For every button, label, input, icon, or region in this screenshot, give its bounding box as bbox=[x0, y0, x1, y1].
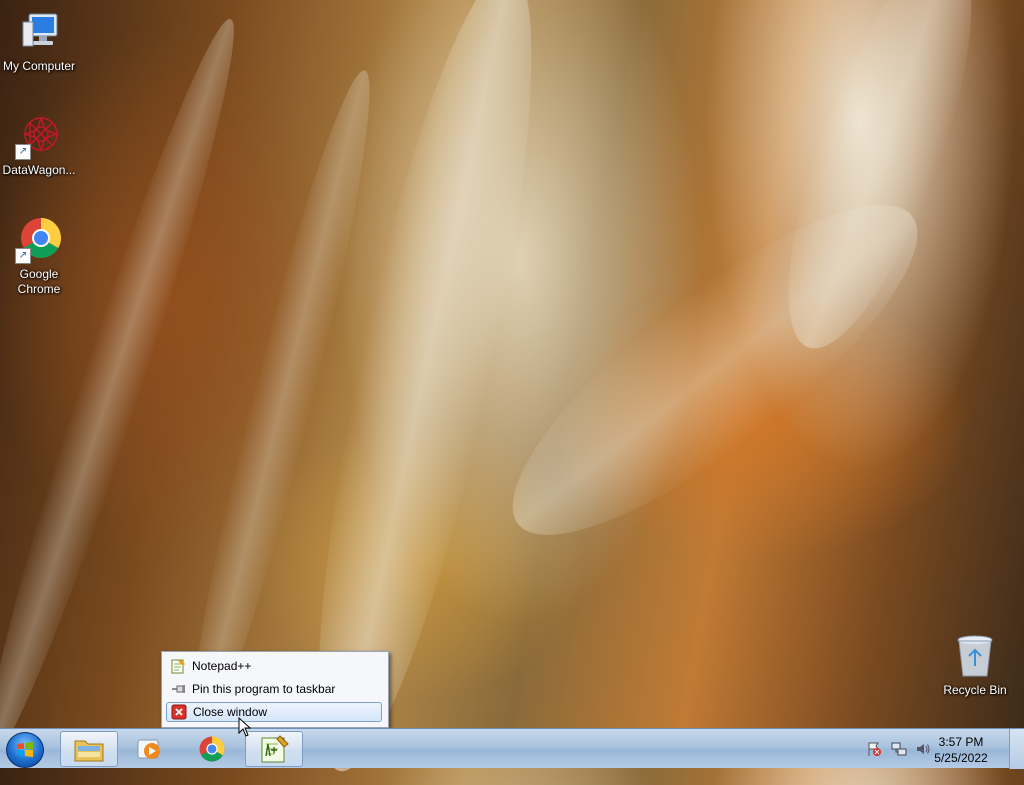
jumplist-item-notepadpp[interactable]: Notepad++ bbox=[166, 656, 382, 676]
clock-date: 5/25/2022 bbox=[934, 751, 988, 765]
desktop-icon-label: DataWagon... bbox=[2, 163, 76, 177]
taskbar-button-media-player[interactable] bbox=[121, 731, 179, 767]
jumplist-item-label: Close window bbox=[193, 705, 268, 719]
jumplist-item-close-window[interactable]: Close window bbox=[166, 702, 382, 722]
jumplist-item-label: Pin this program to taskbar bbox=[192, 682, 336, 696]
jumplist-item-pin[interactable]: Pin this program to taskbar bbox=[166, 679, 382, 699]
system-clock[interactable]: 3:57 PM 5/25/2022 bbox=[926, 734, 996, 766]
show-desktop-button[interactable] bbox=[1009, 729, 1024, 769]
start-button[interactable] bbox=[6, 732, 44, 768]
notepadpp-icon bbox=[170, 658, 186, 674]
jumplist-item-label: Notepad++ bbox=[192, 659, 252, 673]
close-icon bbox=[171, 704, 187, 720]
desktop: { "desktop": { "icons": [ {"label": "My … bbox=[0, 0, 1024, 785]
desktop-icon-label: Google Chrome bbox=[17, 267, 61, 296]
mouse-cursor-icon bbox=[238, 717, 252, 737]
taskbar-button-chrome[interactable] bbox=[183, 731, 241, 767]
datawagon-icon: ↗ bbox=[15, 112, 63, 160]
windows-logo-icon bbox=[17, 742, 33, 757]
desktop-icon-recycle-bin[interactable]: Recycle Bin bbox=[936, 632, 1014, 698]
desktop-icon-my-computer[interactable]: My Computer bbox=[0, 8, 78, 74]
taskbar-button-explorer[interactable] bbox=[60, 731, 118, 767]
action-center-flag-icon[interactable] bbox=[866, 741, 882, 757]
recycle-bin-icon bbox=[951, 632, 999, 680]
shortcut-arrow-icon: ↗ bbox=[15, 248, 31, 264]
shortcut-arrow-icon: ↗ bbox=[15, 144, 31, 160]
network-icon[interactable] bbox=[891, 741, 907, 757]
notepadpp-icon bbox=[261, 735, 289, 763]
desktop-icon-label: My Computer bbox=[2, 59, 76, 73]
taskbar-button-notepadpp[interactable] bbox=[245, 731, 303, 767]
folder-icon bbox=[74, 740, 104, 762]
pin-icon bbox=[170, 681, 186, 697]
clock-time: 3:57 PM bbox=[938, 735, 984, 749]
taskbar-jump-list: Notepad++ Pin this program to taskbar Cl… bbox=[161, 651, 389, 728]
taskbar: 3:57 PM 5/25/2022 bbox=[0, 728, 1024, 769]
desktop-icon-datawagon[interactable]: ↗ DataWagon... bbox=[0, 112, 78, 178]
desktop-icon-google-chrome[interactable]: ↗ Google Chrome bbox=[0, 216, 78, 297]
chrome-icon: ↗ bbox=[15, 216, 63, 264]
chrome-icon bbox=[199, 736, 225, 762]
desktop-icon-label: Recycle Bin bbox=[943, 683, 1007, 697]
media-player-icon bbox=[137, 739, 160, 759]
computer-icon bbox=[15, 8, 63, 56]
